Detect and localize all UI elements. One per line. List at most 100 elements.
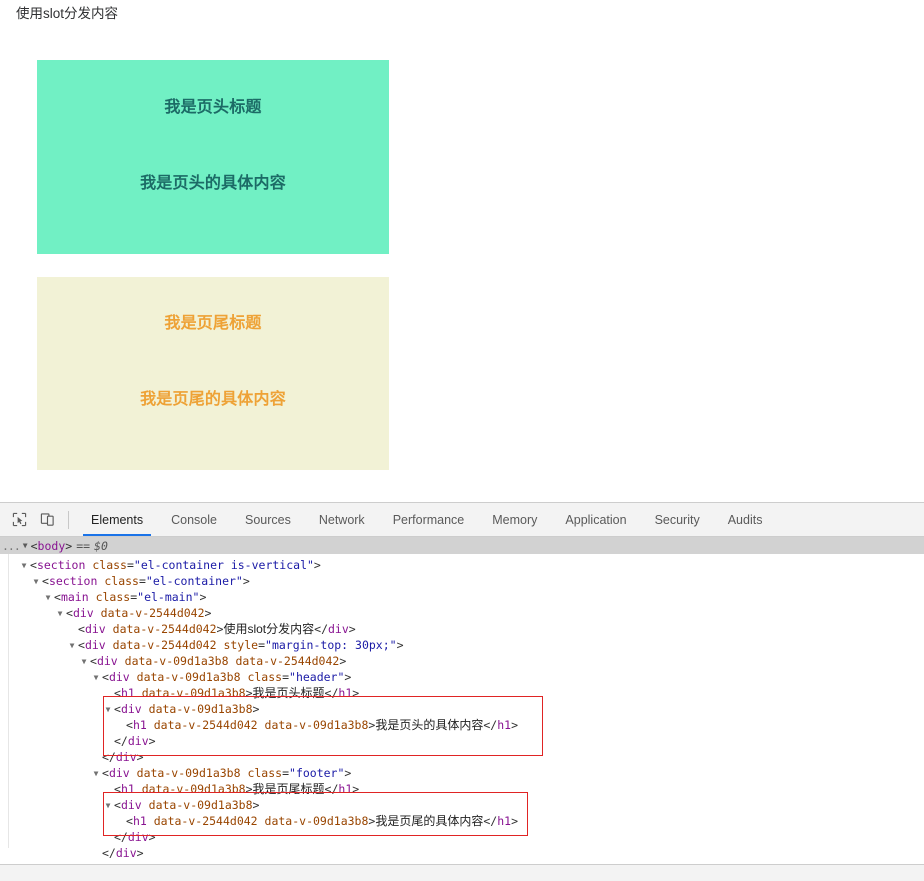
dom-token-punct — [106, 622, 113, 636]
dom-token-punct: </ — [324, 686, 339, 700]
dom-token-punct: = — [282, 670, 290, 684]
dom-token-tagname: div — [328, 622, 349, 636]
dom-token-tagname: div — [120, 702, 142, 716]
dom-token-attrname: data-v-2544d042 — [153, 718, 258, 732]
dom-token-attrname: class — [95, 590, 131, 604]
dom-token-punct: < — [54, 590, 61, 604]
dom-node-content: <h1 data-v-09d1a3b8>我是页头标题</h1> — [0, 686, 359, 700]
dom-token-attrname: class — [247, 670, 283, 684]
dom-token-tagname: section — [36, 558, 86, 572]
dom-token-attrname: data-v-09d1a3b8 — [148, 798, 253, 812]
inspect-element-icon[interactable] — [6, 507, 32, 533]
dom-node-line[interactable]: ▼ <section class="el-container"> — [0, 573, 924, 589]
dom-token-punct: </ — [483, 814, 498, 828]
tab-memory[interactable]: Memory — [478, 503, 551, 536]
tab-application[interactable]: Application — [551, 503, 640, 536]
expand-triangle-icon[interactable]: ▼ — [91, 766, 101, 782]
dom-node-content: <div data-v-09d1a3b8 class="footer"> — [0, 766, 351, 780]
page-title: 使用slot分发内容 — [16, 6, 119, 21]
tab-elements[interactable]: Elements — [77, 503, 157, 536]
dom-node-line[interactable]: ▼ <div data-v-09d1a3b8 class="header"> — [0, 669, 924, 685]
dom-node-line[interactable]: <h1 data-v-2544d042 data-v-09d1a3b8>我是页头… — [0, 717, 924, 733]
dom-node-line[interactable]: </div> — [0, 829, 924, 845]
tab-network[interactable]: Network — [305, 503, 379, 536]
expand-triangle-icon[interactable]: ▼ — [43, 590, 53, 606]
dom-node-line[interactable]: ▼ <div data-v-09d1a3b8 data-v-2544d042> — [0, 653, 924, 669]
dom-token-punct — [258, 718, 265, 732]
dom-token-tagname: div — [72, 606, 94, 620]
dom-token-attrname: data-v-2544d042 — [112, 638, 217, 652]
dom-node-line[interactable]: <h1 data-v-09d1a3b8>我是页头标题</h1> — [0, 685, 924, 701]
expand-triangle-icon[interactable]: ▼ — [19, 558, 29, 574]
dom-token-punct: </ — [483, 718, 498, 732]
expand-triangle-icon[interactable]: ▼ — [91, 670, 101, 686]
dom-node-content: <div data-v-09d1a3b8> — [0, 798, 259, 812]
dom-token-punct — [135, 686, 142, 700]
devtools-toolbar: Elements Console Sources Network Performance… — [0, 503, 924, 537]
dom-node-content: </div> — [0, 846, 144, 860]
dom-token-txt: 我是页尾标题 — [252, 782, 325, 796]
tab-label: Sources — [244, 512, 291, 527]
footer-slot-block: 我是页尾标题 我是页尾的具体内容 — [37, 277, 389, 470]
dom-node-line[interactable]: ▼ <div data-v-2544d042> — [0, 605, 924, 621]
dom-node-content: <div data-v-09d1a3b8> — [0, 702, 259, 716]
expand-triangle-icon[interactable]: ▼ — [103, 798, 113, 814]
toolbar-divider — [68, 510, 69, 529]
dom-token-punct: > — [511, 814, 518, 828]
dom-node-line[interactable]: ▼ <section class="el-container is-vertica… — [0, 557, 924, 573]
dom-node-content: <main class="el-main"> — [0, 590, 206, 604]
dom-node-content: </div> — [0, 734, 156, 748]
dom-node-content: <div data-v-2544d042> — [0, 606, 211, 620]
expand-triangle-icon[interactable]: ▼ — [31, 574, 41, 590]
dom-token-tagname: h1 — [497, 814, 512, 828]
tab-label: Audits — [727, 512, 763, 527]
dom-token-punct: > — [148, 830, 156, 844]
node-open-bracket: < — [30, 538, 38, 553]
dom-token-punct — [106, 638, 113, 652]
dom-node-content: <h1 data-v-09d1a3b8>我是页尾标题</h1> — [0, 782, 359, 796]
dom-token-punct — [89, 590, 96, 604]
dom-tree[interactable]: ▼ <section class="el-container is-vertica… — [0, 554, 924, 865]
dom-node-line[interactable]: </div> — [0, 845, 924, 861]
tab-sources[interactable]: Sources — [231, 503, 305, 536]
devtools-panel: Elements Console Sources Network Performance… — [0, 502, 924, 881]
expand-triangle-icon[interactable]: ▼ — [103, 702, 113, 718]
dom-node-line[interactable]: ▼ <main class="el-main"> — [0, 589, 924, 605]
dom-token-attrval: "footer" — [289, 766, 345, 780]
dom-node-line[interactable]: <h1 data-v-09d1a3b8>我是页尾标题</h1> — [0, 781, 924, 797]
dom-node-line[interactable]: ▼ <div data-v-09d1a3b8> — [0, 797, 924, 813]
dom-token-attrname: data-v-2544d042 — [112, 622, 217, 636]
expand-triangle-icon[interactable]: ▼ — [67, 638, 77, 654]
dom-token-punct — [130, 670, 137, 684]
dom-node-line[interactable]: </div> — [0, 733, 924, 749]
dom-node-line[interactable]: </div> — [0, 749, 924, 765]
dom-node-line[interactable]: ▼ <div data-v-2544d042 style="margin-top:… — [0, 637, 924, 653]
dom-token-punct: < — [66, 606, 73, 620]
expand-triangle-icon[interactable]: ▼ — [79, 654, 89, 670]
dom-node-line[interactable]: <h1 data-v-2544d042 data-v-09d1a3b8>我是页尾… — [0, 813, 924, 829]
selected-node-bar[interactable]: ... ▼ < body > == $0 — [0, 537, 924, 554]
dom-token-tagname: div — [108, 766, 130, 780]
tab-security[interactable]: Security — [641, 503, 714, 536]
dom-node-line[interactable]: ▼ <div data-v-09d1a3b8 class="footer"> — [0, 765, 924, 781]
device-toolbar-icon[interactable] — [34, 507, 60, 533]
expand-triangle-icon[interactable]: ▼ — [55, 606, 65, 622]
dom-token-attrname: style — [223, 638, 259, 652]
tab-label: Elements — [91, 512, 144, 527]
node-expand-triangle[interactable]: ▼ — [23, 541, 28, 550]
tab-console[interactable]: Console — [157, 503, 231, 536]
dom-node-line[interactable]: ▼ <div data-v-09d1a3b8> — [0, 701, 924, 717]
rendered-page-area: 使用slot分发内容 我是页头标题 我是页头的具体内容 我是页尾标题 我是页尾的… — [0, 0, 924, 502]
dom-node-line[interactable]: <div data-v-2544d042>使用slot分发内容</div> — [0, 621, 924, 637]
dom-token-punct: > — [352, 782, 360, 796]
dom-token-tagname: div — [84, 638, 106, 652]
tab-audits[interactable]: Audits — [714, 503, 777, 536]
dom-token-tagname: h1 — [132, 718, 147, 732]
dom-token-punct: > — [242, 574, 250, 588]
tab-performance[interactable]: Performance — [379, 503, 479, 536]
dom-token-punct — [94, 606, 101, 620]
dom-token-tagname: div — [127, 830, 149, 844]
devtools-breadcrumb-bar — [0, 864, 924, 881]
dom-node-content: <div data-v-2544d042>使用slot分发内容</div> — [0, 622, 356, 636]
dom-token-attrname: data-v-2544d042 — [100, 606, 205, 620]
